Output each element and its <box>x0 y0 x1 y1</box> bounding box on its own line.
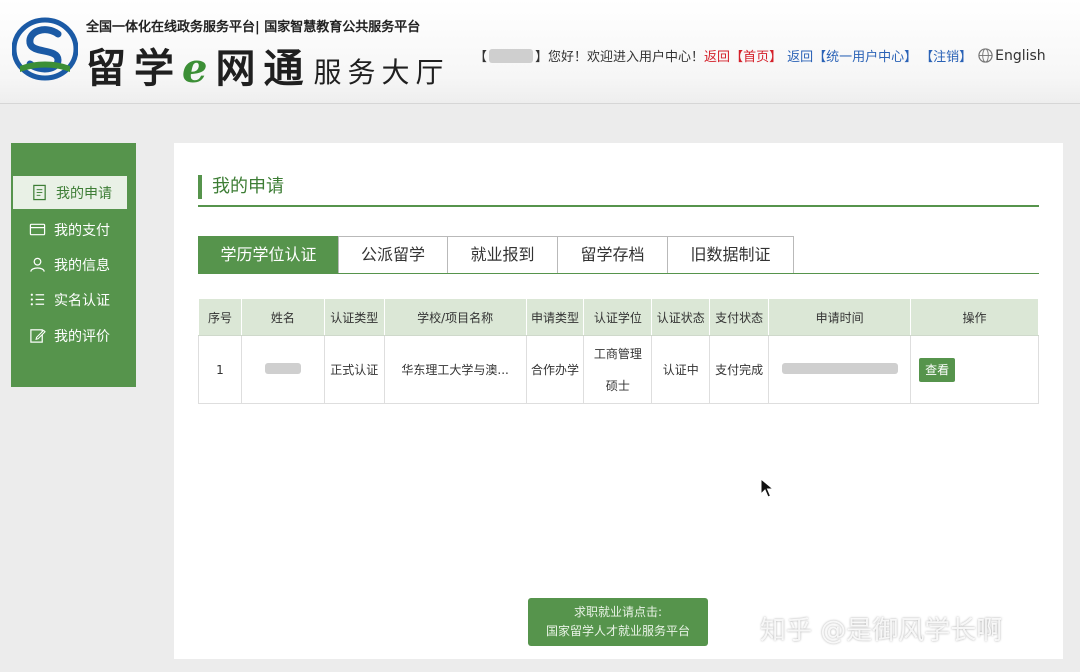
header-apply-time: 申请时间 <box>768 298 912 336</box>
watermark: 知乎 @是御风学长啊 <box>760 616 1003 646</box>
cell-index: 1 <box>198 335 242 404</box>
cell-apply-type: 合作办学 <box>525 335 585 404</box>
cell-action: 查看 <box>910 335 1039 404</box>
tabs-underline <box>198 273 1039 274</box>
sidebar-item-label: 我的支付 <box>54 222 110 239</box>
header-index: 序号 <box>198 298 242 336</box>
logo-emblem-icon <box>12 17 78 81</box>
degree-line-1: 工商管理 <box>593 346 642 361</box>
bracket-close: 】 <box>535 50 549 65</box>
mouse-cursor-icon <box>760 478 774 498</box>
user-icon <box>30 257 45 272</box>
sidebar-item-my-info[interactable]: 我的信息 <box>11 248 136 281</box>
list-icon <box>30 293 45 306</box>
page-title: 我的申请 <box>198 175 284 199</box>
view-button[interactable]: 查看 <box>919 357 956 382</box>
logo-subtitle: 服务大厅 <box>313 56 450 89</box>
header-apply-type: 申请类型 <box>525 298 585 336</box>
tab-old-data-certificate[interactable]: 旧数据制证 <box>667 236 794 273</box>
sidebar-item-label: 我的信息 <box>54 257 110 274</box>
name-redacted <box>264 362 301 374</box>
sidebar-item-my-applications[interactable]: 我的申请 <box>13 176 127 209</box>
back-label: 返回 <box>704 50 731 65</box>
sidebar-item-my-reviews[interactable]: 我的评价 <box>11 319 136 352</box>
job-platform-button[interactable]: 求职就业请点击: 国家留学人才就业服务平台 <box>528 598 708 646</box>
logo-text: 留学 <box>86 45 182 92</box>
home-link[interactable]: 【首页】 <box>730 46 782 65</box>
title-divider <box>198 205 1039 207</box>
platform-tagline: 全国一体化在线政务服务平台| 国家智慧教育公共服务平台 <box>86 20 421 35</box>
header-status: 认证状态 <box>651 298 711 336</box>
main-panel: 我的申请 学历学位认证 公派留学 就业报到 留学存档 旧数据制证 序号 姓名 认… <box>174 143 1063 659</box>
sidebar-item-my-payments[interactable]: 我的支付 <box>11 213 136 246</box>
cell-apply-time <box>768 335 912 404</box>
header-name: 姓名 <box>240 298 325 336</box>
edit-icon <box>30 329 46 343</box>
header-degree: 认证学位 <box>583 298 653 336</box>
sidebar-item-label: 实名认证 <box>54 292 110 309</box>
sidebar-item-real-name-auth[interactable]: 实名认证 <box>11 283 136 316</box>
time-redacted <box>781 362 898 374</box>
header-pay-status: 支付状态 <box>709 298 770 336</box>
applications-table: 序号 姓名 认证类型 学校/项目名称 申请类型 认证学位 认证状态 支付状态 申… <box>198 298 1039 404</box>
header: 全国一体化在线政务服务平台| 国家智慧教育公共服务平台 留学e网通服务大厅 【 … <box>0 0 1080 104</box>
username-redacted <box>489 48 534 63</box>
cell-name <box>240 335 325 404</box>
sidebar-item-label: 我的申请 <box>56 185 112 202</box>
header-action: 操作 <box>910 298 1039 336</box>
cell-degree: 工商管理 硕士 <box>583 335 653 404</box>
unified-user-center-link[interactable]: 【统一用户中心】 <box>813 46 917 65</box>
language-switch[interactable]: English <box>995 48 1046 64</box>
table-row: 1 正式认证 华东理工大学与澳... 合作办学 工商管理 硕士 认证中 支付完成… <box>198 335 1039 404</box>
user-bar: 【 】 您好！欢迎进入用户中心！ 返回 【首页】 返回 【统一用户中心】 【注销… <box>474 46 1046 66</box>
card-icon <box>29 223 46 236</box>
logout-link[interactable]: 【注销】 <box>920 46 972 65</box>
tab-archive[interactable]: 留学存档 <box>557 236 668 273</box>
globe-icon <box>978 48 993 63</box>
tab-employment-report[interactable]: 就业报到 <box>447 236 558 273</box>
cell-status: 认证中 <box>651 335 711 404</box>
site-logo[interactable]: 留学e网通服务大厅 <box>86 36 449 94</box>
bracket-open: 【 <box>474 50 488 65</box>
back-label-2: 返回 <box>787 50 814 65</box>
logo-e: e <box>182 45 216 92</box>
job-button-line-2: 国家留学人才就业服务平台 <box>545 624 690 638</box>
tab-government-sponsored[interactable]: 公派留学 <box>338 236 448 273</box>
cell-school: 华东理工大学与澳... <box>383 335 527 404</box>
header-cert-type: 认证类型 <box>323 298 385 336</box>
table-header-row: 序号 姓名 认证类型 学校/项目名称 申请类型 认证学位 认证状态 支付状态 申… <box>198 298 1039 336</box>
tab-degree-certification[interactable]: 学历学位认证 <box>198 236 339 273</box>
cell-cert-type: 正式认证 <box>323 335 385 404</box>
logo-text-2: 网通 <box>215 45 312 92</box>
cell-pay-status: 支付完成 <box>709 335 770 404</box>
header-school: 学校/项目名称 <box>383 298 527 336</box>
job-button-line-1: 求职就业请点击: <box>573 605 663 619</box>
sidebar: 我的申请 我的支付 我的信息 实名认证 我的评价 <box>11 143 136 387</box>
greeting-text: 您好！欢迎进入用户中心！ <box>548 50 705 65</box>
document-icon <box>33 184 46 201</box>
page: 全国一体化在线政务服务平台| 国家智慧教育公共服务平台 留学e网通服务大厅 【 … <box>0 0 1080 672</box>
sidebar-item-label: 我的评价 <box>54 328 110 345</box>
degree-line-2: 硕士 <box>605 378 630 393</box>
